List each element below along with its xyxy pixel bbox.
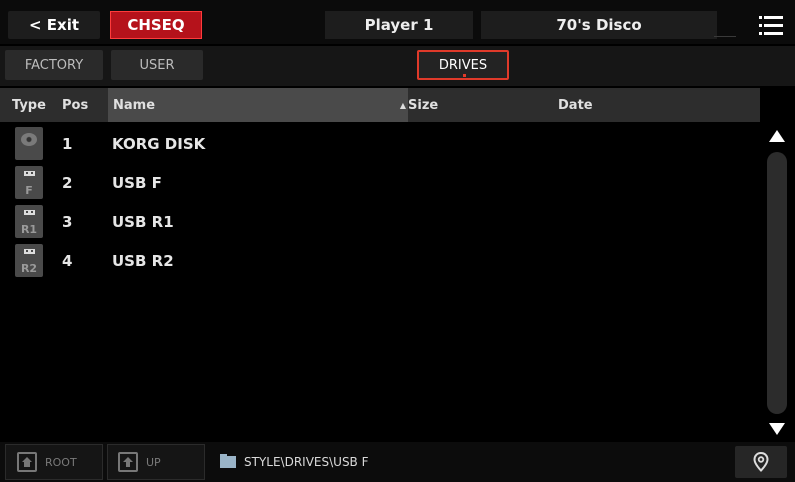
style-name: 70's Disco	[556, 16, 642, 34]
root-label: ROOT	[45, 455, 77, 469]
column-header-name-label: Name	[113, 97, 156, 113]
column-header-type[interactable]: Type	[12, 88, 46, 122]
usb-drive-icon: R1	[15, 205, 43, 238]
column-header-size-label: Size	[408, 97, 439, 113]
drive-letter: R2	[20, 262, 38, 275]
mode-label: CHSEQ	[127, 16, 185, 34]
folder-up-icon	[118, 452, 138, 472]
tab-user[interactable]: USER	[111, 50, 203, 80]
home-icon	[17, 452, 37, 472]
usb-drive-icon: R2	[15, 244, 43, 277]
disk-icon	[15, 127, 43, 160]
up-label: UP	[146, 455, 161, 469]
drive-letter: R1	[20, 223, 38, 236]
player-selector[interactable]: Player 1	[325, 11, 473, 39]
folder-icon	[220, 454, 236, 468]
table-row[interactable]: R1 3 USB R1	[0, 202, 760, 242]
scroll-up-arrow-icon[interactable]	[768, 128, 786, 144]
location-pin-icon	[753, 452, 769, 472]
table-row[interactable]: 1 KORG DISK	[0, 124, 760, 164]
table-row[interactable]: F 2 USB F	[0, 163, 760, 203]
row-name: USB R1	[112, 213, 174, 231]
hamburger-menu-icon[interactable]	[757, 14, 789, 38]
scroll-down-arrow-icon[interactable]	[768, 421, 786, 437]
column-header-pos[interactable]: Pos	[62, 88, 88, 122]
active-tab-indicator	[463, 74, 466, 77]
tab-factory[interactable]: FACTORY	[5, 50, 103, 80]
column-header-type-label: Type	[12, 97, 46, 113]
column-header-pos-label: Pos	[62, 97, 89, 113]
row-name: USB F	[112, 174, 162, 192]
drive-letter: F	[25, 184, 33, 197]
column-header-date-label: Date	[558, 97, 593, 113]
path-text: STYLE\DRIVES\USB F	[244, 455, 369, 469]
column-header-size[interactable]: Size	[408, 88, 438, 122]
usb-drive-icon: F	[15, 166, 43, 199]
scrollbar-track[interactable]	[767, 152, 787, 414]
tab-drives[interactable]: DRIVES	[417, 50, 509, 80]
row-pos: 4	[62, 252, 73, 270]
row-pos: 1	[62, 135, 73, 153]
exit-button[interactable]: < Exit	[8, 11, 100, 39]
divider	[714, 36, 736, 37]
tab-drives-label: DRIVES	[438, 57, 488, 73]
row-name: KORG DISK	[112, 135, 206, 153]
table-row[interactable]: R2 4 USB R2	[0, 241, 760, 281]
location-button[interactable]	[735, 446, 787, 478]
tab-factory-label: FACTORY	[24, 57, 84, 73]
mode-button[interactable]: CHSEQ	[110, 11, 202, 39]
tab-user-label: USER	[139, 57, 175, 73]
sort-ascending-icon: ▲	[399, 101, 406, 110]
style-name-display[interactable]: 70's Disco	[481, 11, 717, 39]
column-header-name[interactable]: Name ▲	[108, 88, 408, 122]
root-button[interactable]: ROOT	[5, 444, 103, 480]
current-path: STYLE\DRIVES\USB F	[210, 444, 730, 480]
exit-label: < Exit	[28, 16, 80, 34]
row-pos: 3	[62, 213, 73, 231]
row-pos: 2	[62, 174, 73, 192]
up-button[interactable]: UP	[107, 444, 205, 480]
column-header-date[interactable]: Date	[558, 88, 593, 122]
row-name: USB R2	[112, 252, 174, 270]
player-label: Player 1	[364, 16, 434, 34]
